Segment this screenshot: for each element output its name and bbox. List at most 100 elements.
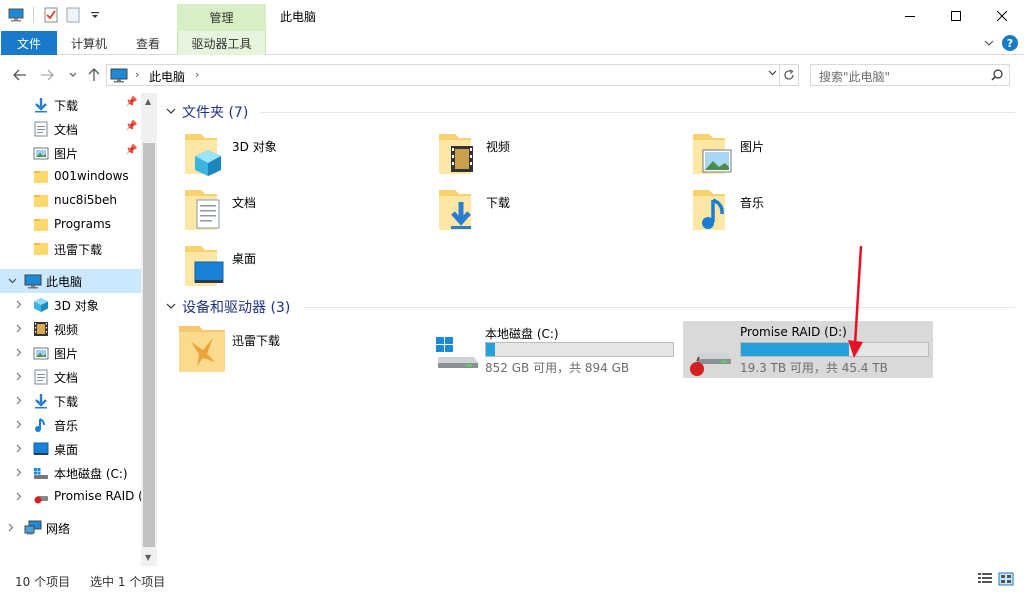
folder-label: 下载 [486,196,511,210]
videos-icon [33,321,49,337]
scrollbar-thumb[interactable] [143,143,155,547]
search-box[interactable]: 搜索"此电脑" [810,64,1010,86]
folder-tile-videos[interactable]: 视频 [431,130,681,184]
download-arrow-icon [33,393,49,409]
pin-icon[interactable]: 📌 [125,121,137,132]
new-folder-icon[interactable] [65,7,81,23]
pin-icon[interactable]: 📌 [125,97,137,108]
search-icon[interactable] [991,69,1003,84]
expand-chevron-icon[interactable] [16,490,26,504]
folder-tile-pictures[interactable]: 图片 [685,130,935,184]
device-tile-promise-raid[interactable]: Promise RAID (D:) 19.3 TB 可用，共 45.4 TB [683,321,933,378]
expand-chevron-icon[interactable] [16,442,26,456]
breadcrumb-separator-icon[interactable]: › [135,68,139,81]
nav-item-network[interactable]: 网络 [0,516,141,540]
tab-file[interactable]: 文件 [1,31,57,55]
nav-item-downloads[interactable]: 下载 [0,389,141,413]
folder-icon [33,217,49,233]
refresh-icon [784,69,794,80]
refresh-button[interactable] [780,64,799,86]
folder-tile-documents[interactable]: 文档 [177,186,427,240]
music-folder-icon [685,186,733,234]
folder-label: 3D 对象 [232,140,277,154]
nav-item-local-disk-c[interactable]: 本地磁盘 (C:) [0,461,141,485]
device-tile-xunlei[interactable]: 迅雷下载 [177,324,427,378]
back-button[interactable] [11,66,29,84]
drive-label: Promise RAID (D:) [740,325,847,339]
group-title: 文件夹 (7) [182,105,249,121]
nav-item-label: 3D 对象 [54,299,99,313]
maximize-button[interactable] [933,0,979,31]
properties-icon[interactable] [43,7,59,23]
nav-pane-scrollbar[interactable]: ▲ ▼ [141,93,157,566]
expand-chevron-icon[interactable] [16,346,26,360]
tab-drive-tools[interactable]: 驱动器工具 [177,31,266,55]
collapse-chevron-icon[interactable] [166,107,176,118]
nav-item-downloads[interactable]: 下载 📌 [0,93,141,117]
folder-tile-music[interactable]: 音乐 [685,186,935,240]
expand-chevron-icon[interactable] [16,298,26,312]
close-button[interactable] [979,0,1024,31]
scroll-down-icon[interactable]: ▼ [145,553,151,562]
nav-item-programs[interactable]: Programs [0,213,141,237]
pin-icon[interactable]: 📌 [125,145,137,156]
scroll-up-icon[interactable]: ▲ [145,97,151,106]
collapse-chevron-icon[interactable] [8,274,18,288]
nav-item-label: 视频 [54,323,79,337]
nav-item-xunlei-downloads[interactable]: 迅雷下载 [0,237,141,261]
nav-item-001windows[interactable]: 001windows [0,165,141,189]
help-icon[interactable]: ? [1002,35,1018,51]
nav-item-music[interactable]: 音乐 [0,413,141,437]
group-divider [260,112,1015,113]
tab-computer[interactable]: 计算机 [60,31,118,55]
nav-item-promise-raid[interactable]: Promise RAID ( [0,485,143,509]
nav-item-documents[interactable]: 文档 [0,365,141,389]
expand-chevron-icon[interactable] [16,322,26,336]
drive-label: 本地磁盘 (C:) [485,327,559,341]
nav-item-desktop[interactable]: 桌面 [0,437,141,461]
folder-tile-desktop[interactable]: 桌面 [177,242,427,296]
computer-icon[interactable] [8,7,24,23]
collapse-chevron-icon[interactable] [166,302,176,313]
details-view-icon[interactable] [977,572,993,586]
nav-item-videos[interactable]: 视频 [0,317,141,341]
nav-item-pictures[interactable]: 图片 📌 [0,141,141,165]
minimize-button[interactable] [887,0,933,31]
nav-item-label: 本地磁盘 (C:) [54,467,128,481]
folder-tile-3d-objects[interactable]: 3D 对象 [177,130,427,184]
folder-tile-downloads[interactable]: 下载 [431,186,681,240]
expand-chevron-icon[interactable] [16,370,26,384]
folder-label: 文档 [232,196,257,210]
nav-item-3d-objects[interactable]: 3D 对象 [0,293,141,317]
folders-group-header[interactable]: 文件夹 (7) [166,102,248,122]
nav-item-documents[interactable]: 文档 📌 [0,117,141,141]
up-button[interactable] [85,66,103,84]
address-bar[interactable]: › 此电脑 › [106,64,780,86]
expand-chevron-icon[interactable] [16,394,26,408]
maximize-icon [951,10,961,21]
nav-item-pictures[interactable]: 图片 [0,341,141,365]
nav-item-label: Programs [54,217,111,231]
nav-item-this-pc[interactable]: 此电脑 [0,269,141,293]
expand-chevron-icon[interactable] [16,418,26,432]
large-icons-view-icon[interactable] [998,572,1014,586]
qat-customize-icon[interactable] [87,7,103,23]
breadcrumb-this-pc[interactable]: 此电脑 [149,68,185,85]
search-placeholder: 搜索"此电脑" [819,70,891,84]
breadcrumb-separator-icon[interactable]: › [195,68,199,81]
recent-locations-button[interactable] [64,66,82,84]
group-title: 设备和驱动器 (3) [182,300,291,316]
documents-folder-icon [177,186,225,234]
nav-item-nuc8i5beh[interactable]: nuc8i5beh [0,189,141,213]
expand-ribbon-icon[interactable] [984,36,994,50]
address-dropdown-icon[interactable] [768,68,777,79]
expand-chevron-icon[interactable] [16,466,26,480]
nav-item-label: 001windows [54,169,129,183]
devices-group-header[interactable]: 设备和驱动器 (3) [166,297,290,317]
device-tile-local-disk-c[interactable]: 本地磁盘 (C:) 852 GB 可用，共 894 GB [431,321,681,378]
qat-separator [33,7,34,23]
tab-view[interactable]: 查看 [122,31,174,55]
forward-button[interactable] [38,66,56,84]
expand-chevron-icon[interactable] [8,521,18,535]
chevron-down-icon [69,72,77,77]
